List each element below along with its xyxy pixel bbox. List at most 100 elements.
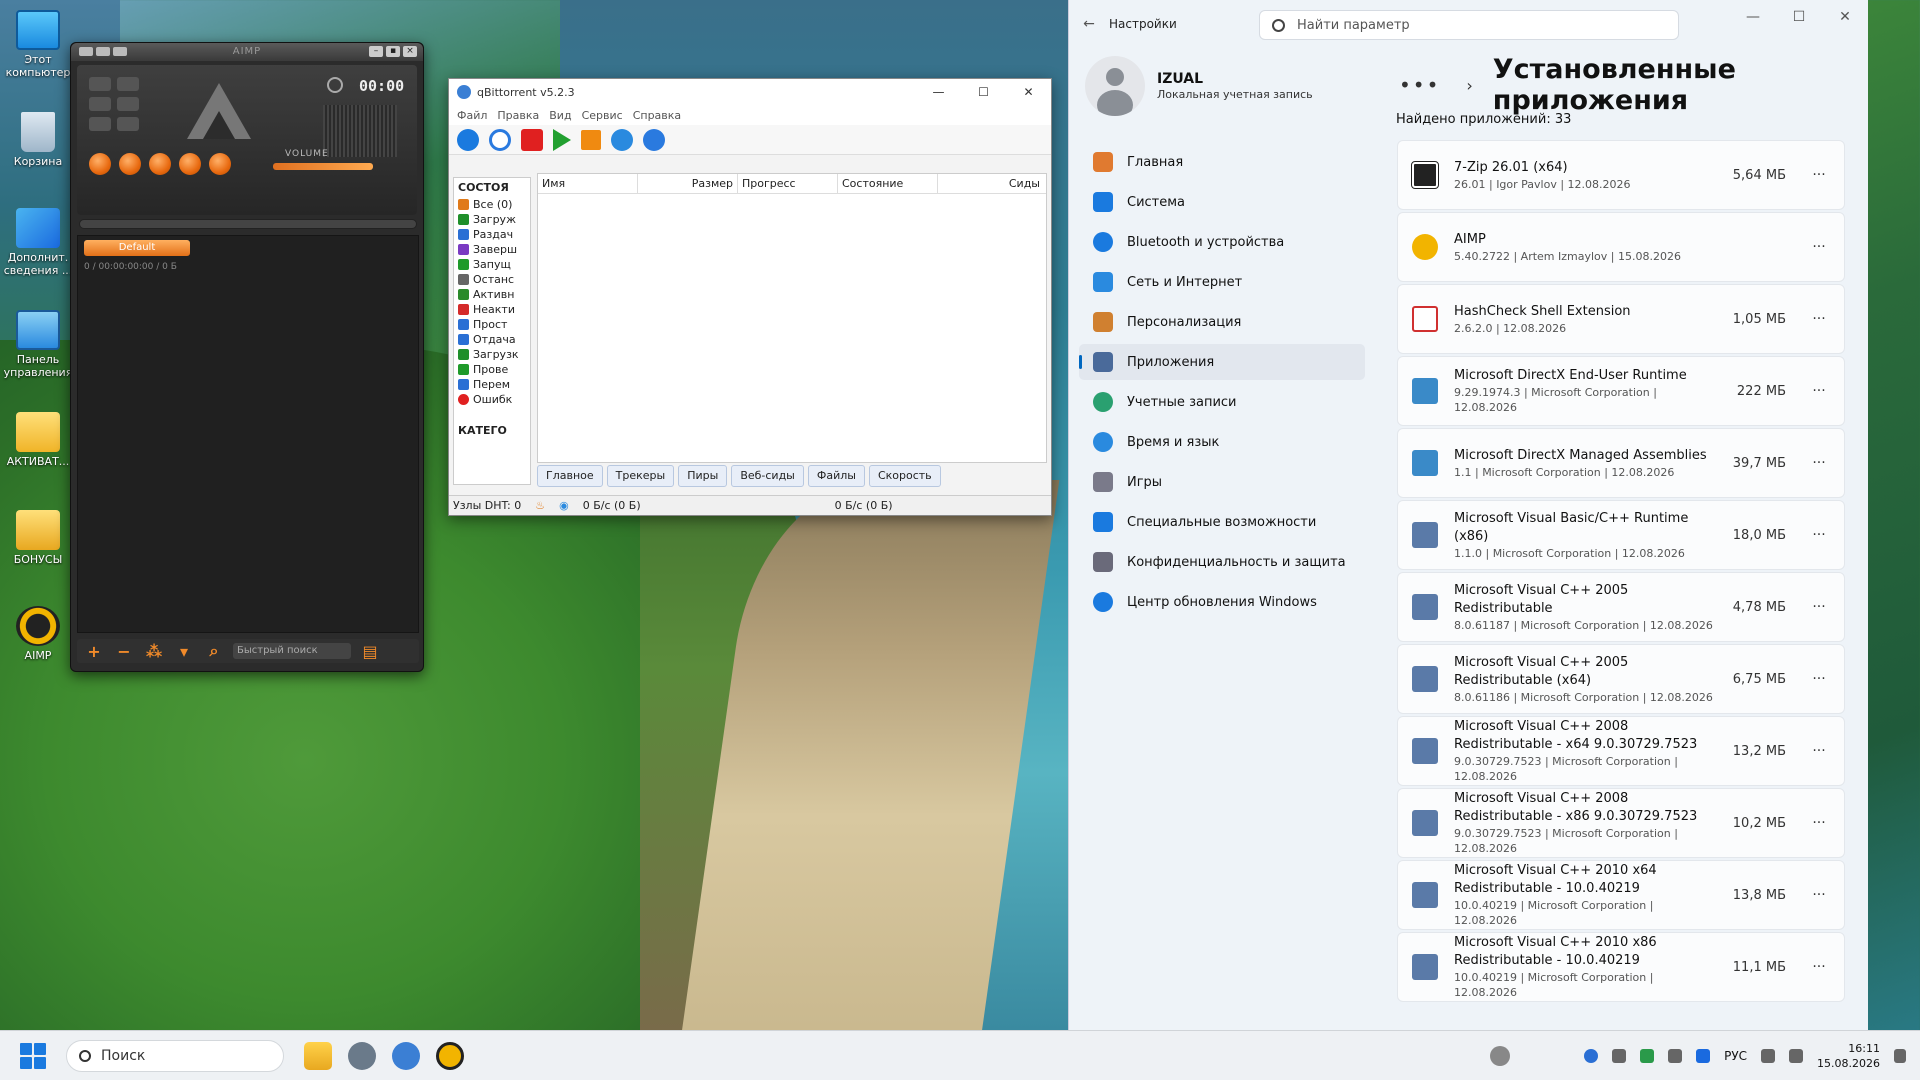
start-button[interactable]: [20, 1042, 46, 1069]
aimp-seek-bar[interactable]: [79, 219, 417, 229]
minimize-icon[interactable]: —: [1730, 0, 1776, 34]
pause-icon[interactable]: [581, 129, 601, 150]
more-options-icon[interactable]: ···: [1804, 167, 1834, 183]
nav-home[interactable]: Главная: [1079, 144, 1365, 180]
rss-icon[interactable]: [611, 128, 633, 151]
qb-menu-help[interactable]: Справка: [633, 109, 681, 122]
clock[interactable]: 16:11 15.08.2026: [1817, 1041, 1880, 1071]
bluetooth-icon[interactable]: [1696, 1049, 1711, 1063]
aimp-shuffle-icon[interactable]: [89, 97, 111, 111]
speed-limit-icon[interactable]: ◉: [559, 499, 569, 512]
aimp-minimize-icon[interactable]: –: [369, 46, 383, 57]
aimp-tray-icon[interactable]: ▪: [386, 46, 400, 57]
security-icon[interactable]: [1640, 1049, 1655, 1063]
aimp-window[interactable]: AIMP – ▪ × 00:00 VOLUME Default 0 / 00:0: [70, 42, 424, 672]
nav-personalization[interactable]: Персонализация: [1079, 304, 1365, 340]
user-profile[interactable]: IZUAL Локальная учетная запись: [1085, 56, 1313, 116]
nav-accessibility[interactable]: Специальные возможности: [1079, 504, 1365, 540]
stop-icon[interactable]: [179, 153, 201, 175]
desktop-icon-info[interactable]: Дополнит. сведения ...: [2, 208, 74, 277]
pause-icon[interactable]: [149, 153, 171, 175]
desktop-icon-recycle-bin[interactable]: Корзина: [2, 112, 74, 168]
close-icon[interactable]: ✕: [1822, 0, 1868, 34]
nav-time-language[interactable]: Время и язык: [1079, 424, 1365, 460]
desktop-icon-aimp[interactable]: AIMP: [2, 606, 74, 662]
settings-window[interactable]: ← Настройки Найти параметр — ☐ ✕ IZUAL Л…: [1068, 0, 1868, 1030]
next-icon[interactable]: [209, 153, 231, 175]
more-options-icon[interactable]: ···: [1804, 671, 1834, 687]
volume-icon[interactable]: [1789, 1049, 1804, 1063]
play-icon[interactable]: [553, 128, 571, 151]
qb-filter-item[interactable]: Прове: [454, 362, 530, 377]
weather-icon[interactable]: [1490, 1046, 1511, 1066]
qb-torrent-list[interactable]: Имя Размер Прогресс Состояние Сиды: [537, 173, 1047, 463]
more-options-icon[interactable]: ···: [1804, 527, 1834, 543]
more-options-icon[interactable]: ···: [1804, 887, 1834, 903]
sort-icon[interactable]: ⁂: [143, 642, 165, 661]
delete-icon[interactable]: [521, 128, 543, 151]
nav-gaming[interactable]: Игры: [1079, 464, 1365, 500]
tab-peers[interactable]: Пиры: [678, 465, 728, 487]
close-icon[interactable]: ✕: [1006, 79, 1051, 105]
qb-filter-item[interactable]: Ошибк: [454, 392, 530, 407]
more-options-icon[interactable]: ···: [1804, 311, 1834, 327]
qb-filter-item[interactable]: Останс: [454, 272, 530, 287]
file-explorer-icon[interactable]: [304, 1041, 332, 1070]
col-state[interactable]: Состояние: [838, 174, 938, 193]
tab-webseeds[interactable]: Веб-сиды: [731, 465, 804, 487]
qb-upload-speed[interactable]: 0 Б/с (0 Б): [835, 499, 893, 512]
col-progress[interactable]: Прогресс: [738, 174, 838, 193]
more-options-icon[interactable]: ···: [1804, 383, 1834, 399]
back-arrow-icon[interactable]: ←: [1069, 16, 1109, 32]
aimp-volume-slider[interactable]: [273, 163, 373, 170]
nav-apps[interactable]: Приложения: [1079, 344, 1365, 380]
aimp-quick-search[interactable]: Быстрый поиск: [233, 643, 351, 659]
notification-icon[interactable]: [1894, 1049, 1906, 1063]
qb-status-header[interactable]: СОСТОЯ: [454, 178, 530, 197]
settings-titlebar[interactable]: ← Настройки Найти параметр — ☐ ✕: [1069, 0, 1868, 48]
file-icon[interactable]: ▤: [359, 642, 381, 661]
nav-bluetooth[interactable]: Bluetooth и устройства: [1079, 224, 1365, 260]
add-link-icon[interactable]: [489, 128, 511, 151]
qb-menu-view[interactable]: Вид: [549, 109, 571, 122]
usb-icon[interactable]: [1668, 1049, 1683, 1063]
taskbar-search[interactable]: Поиск: [66, 1039, 284, 1072]
more-options-icon[interactable]: ···: [1804, 959, 1834, 975]
col-seeds[interactable]: Сиды: [938, 174, 1044, 193]
desktop-icon-activators[interactable]: АКТИВАТ...: [2, 412, 74, 468]
qb-download-speed[interactable]: 0 Б/с (0 Б): [583, 499, 641, 512]
play-icon[interactable]: [119, 153, 141, 175]
qb-menu-file[interactable]: Файл: [457, 109, 487, 122]
settings-gear-icon[interactable]: [348, 1041, 376, 1070]
qb-filter-item[interactable]: Все (0): [454, 197, 530, 212]
aimp-visual-icon[interactable]: [117, 117, 139, 131]
col-size[interactable]: Размер: [638, 174, 738, 193]
more-options-icon[interactable]: ···: [1804, 455, 1834, 471]
nav-privacy[interactable]: Конфиденциальность и защита: [1079, 544, 1365, 580]
search-icon[interactable]: ⌕: [203, 641, 225, 661]
maximize-icon[interactable]: ☐: [961, 79, 1006, 105]
tab-files[interactable]: Файлы: [807, 465, 865, 487]
prev-icon[interactable]: [89, 153, 111, 175]
tab-general[interactable]: Главное: [537, 465, 603, 487]
qb-filter-item[interactable]: Заверш: [454, 242, 530, 257]
qb-menu-edit[interactable]: Правка: [497, 109, 539, 122]
desktop-icon-control-panel[interactable]: Панель управления: [2, 310, 74, 379]
minimize-icon[interactable]: —: [916, 79, 961, 105]
qb-filter-item[interactable]: Загруж: [454, 212, 530, 227]
qb-filter-item[interactable]: Активн: [454, 287, 530, 302]
qbittorrent-tray-icon[interactable]: [1584, 1049, 1599, 1063]
settings-search-input[interactable]: Найти параметр: [1259, 10, 1679, 40]
maximize-icon[interactable]: ☐: [1776, 0, 1822, 34]
gear-icon[interactable]: [643, 128, 665, 151]
qbittorrent-icon[interactable]: [392, 1041, 420, 1070]
qb-filter-item[interactable]: Перем: [454, 377, 530, 392]
network-icon[interactable]: [1761, 1049, 1776, 1063]
more-options-icon[interactable]: ···: [1804, 743, 1834, 759]
nav-accounts[interactable]: Учетные записи: [1079, 384, 1365, 420]
add-icon[interactable]: +: [83, 642, 105, 661]
nav-network[interactable]: Сеть и Интернет: [1079, 264, 1365, 300]
aimp-info-icon[interactable]: [89, 117, 111, 131]
qb-filter-item[interactable]: Отдача: [454, 332, 530, 347]
qb-titlebar[interactable]: qBittorrent v5.2.3 — ☐ ✕: [449, 79, 1051, 105]
